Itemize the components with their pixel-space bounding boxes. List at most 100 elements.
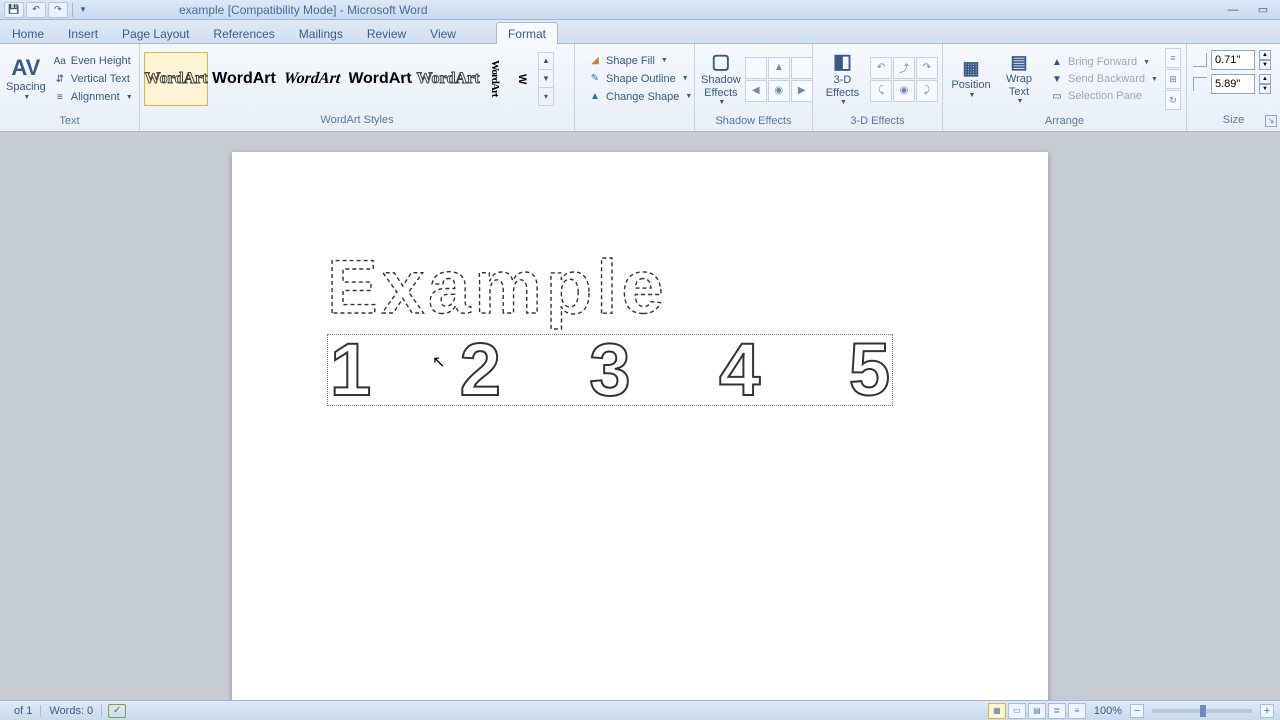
tilt-toggle[interactable]: ◉ <box>893 80 915 102</box>
undo-button[interactable]: ↶ <box>26 2 46 18</box>
height-field-row: ▲▼ <box>1193 50 1271 70</box>
zoom-slider[interactable] <box>1152 709 1252 713</box>
shadow-effects-button[interactable]: ▢ Shadow Effects ▼ <box>699 46 743 112</box>
page[interactable]: Example 1 2 3 4 5 ↖ <box>232 152 1048 700</box>
gallery-up[interactable]: ▲ <box>539 53 553 71</box>
3d-effects-button[interactable]: ◧ 3-D Effects ▼ <box>817 46 868 112</box>
zoom-thumb[interactable] <box>1200 705 1206 717</box>
3d-tilt-grid: ↶ ⤴ ↷ ⤹ ◉ ⤸ <box>870 57 938 102</box>
tilt-up[interactable]: ⤴ <box>893 57 915 79</box>
tab-format[interactable]: Format <box>496 22 558 44</box>
bring-forward-button[interactable]: ▲Bring Forward▼ <box>1047 54 1161 70</box>
wordart-example[interactable]: Example <box>327 247 907 337</box>
shape-fill-button[interactable]: ◢Shape Fill▼ <box>585 53 695 69</box>
wordart-style-3[interactable]: WordArt <box>277 52 347 106</box>
zoom-level[interactable]: 100% <box>1094 705 1122 717</box>
minimize-button[interactable]: — <box>1224 3 1242 17</box>
window-title: example [Compatibility Mode] - Microsoft… <box>179 3 428 17</box>
title-bar: 💾 ↶ ↷ ▾ example [Compatibility Mode] - M… <box>0 0 1280 20</box>
ribbon-tabs: Home Insert Page Layout References Maili… <box>0 20 1280 44</box>
redo-button[interactable]: ↷ <box>48 2 68 18</box>
chevron-down-icon: ▼ <box>840 99 847 106</box>
gallery-more[interactable]: ▾ <box>539 88 553 105</box>
group-label-shadow: Shadow Effects <box>695 114 812 131</box>
view-web[interactable]: ▤ <box>1028 703 1046 719</box>
chevron-down-icon: ▼ <box>969 92 976 99</box>
wordart-style-1[interactable]: WordArt <box>144 52 208 106</box>
gallery-down[interactable]: ▼ <box>539 70 553 88</box>
tab-view[interactable]: View <box>418 22 468 44</box>
nudge-left[interactable]: ◀ <box>745 80 767 102</box>
vertical-text-button[interactable]: ⇵Vertical Text <box>50 71 136 87</box>
wordart-style-7[interactable]: W <box>510 52 534 106</box>
width-input[interactable] <box>1211 74 1255 94</box>
zoom-in[interactable]: + <box>1260 704 1274 718</box>
tab-insert[interactable]: Insert <box>56 22 110 44</box>
height-spinner[interactable]: ▲▼ <box>1259 50 1271 70</box>
position-button[interactable]: ▦ Position ▼ <box>947 46 995 112</box>
spacing-button[interactable]: AV Spacing ▼ <box>4 46 48 112</box>
document-area[interactable]: Example 1 2 3 4 5 ↖ <box>0 132 1280 700</box>
group-size: ▲▼ ▲▼ Size↘ <box>1187 44 1280 131</box>
even-height-button[interactable]: AaEven Height <box>50 53 136 69</box>
send-backward-icon: ▼ <box>1050 72 1064 86</box>
qat-customize[interactable]: ▾ <box>77 2 89 18</box>
spellcheck-icon[interactable]: ✓ <box>108 704 126 718</box>
tilt-right[interactable]: ↷ <box>916 57 938 79</box>
digit-2: 2 <box>460 333 501 407</box>
view-full-screen[interactable]: ▭ <box>1008 703 1026 719</box>
status-page[interactable]: of 1 <box>6 705 41 717</box>
nudge-up[interactable]: ▲ <box>768 57 790 79</box>
wrap-text-button[interactable]: ▤ Wrap Text ▼ <box>997 46 1041 112</box>
selection-pane-button[interactable]: ▭Selection Pane <box>1047 88 1161 104</box>
wordart-style-6[interactable]: WordArt <box>484 52 506 106</box>
tab-mailings[interactable]: Mailings <box>287 22 355 44</box>
wordart-style-2[interactable]: WordArt <box>212 52 276 106</box>
change-shape-button[interactable]: ▲Change Shape▼ <box>585 89 695 105</box>
align-button[interactable]: ≡ <box>1165 48 1181 68</box>
tab-references[interactable]: References <box>201 22 286 44</box>
selection-pane-icon: ▭ <box>1050 89 1064 103</box>
status-bar: of 1 Words: 0 ✓ ▦ ▭ ▤ ≣ ≡ 100% − + <box>0 700 1280 720</box>
qat-separator <box>72 3 73 17</box>
height-input[interactable] <box>1211 50 1255 70</box>
group-label-styles: WordArt Styles <box>140 113 574 131</box>
tilt-down-right[interactable]: ⤸ <box>916 80 938 102</box>
bring-forward-icon: ▲ <box>1050 55 1064 69</box>
restore-button[interactable]: ▭ <box>1254 3 1272 17</box>
quick-access-toolbar: 💾 ↶ ↷ ▾ <box>4 2 89 18</box>
tab-home[interactable]: Home <box>0 22 56 44</box>
chevron-down-icon: ▼ <box>1143 59 1150 66</box>
wrap-icon: ▤ <box>1010 53 1027 71</box>
tab-page-layout[interactable]: Page Layout <box>110 22 201 44</box>
view-print-layout[interactable]: ▦ <box>988 703 1006 719</box>
zoom-out[interactable]: − <box>1130 704 1144 718</box>
view-outline[interactable]: ≣ <box>1048 703 1066 719</box>
width-spinner[interactable]: ▲▼ <box>1259 74 1271 94</box>
wordart-numbers[interactable]: 1 2 3 4 5 <box>327 334 893 406</box>
view-draft[interactable]: ≡ <box>1068 703 1086 719</box>
wordart-style-4[interactable]: WordArt <box>345 54 416 107</box>
rotate-button[interactable]: ↻ <box>1165 90 1181 110</box>
size-launcher[interactable]: ↘ <box>1265 115 1277 127</box>
group-label-3d: 3-D Effects <box>813 114 942 131</box>
send-backward-button[interactable]: ▼Send Backward▼ <box>1047 71 1161 87</box>
alignment-button[interactable]: ≡Alignment▼ <box>50 89 136 105</box>
nudge-right[interactable]: ▶ <box>791 80 813 102</box>
position-icon: ▦ <box>962 59 979 77</box>
status-words[interactable]: Words: 0 <box>41 705 102 717</box>
tab-review[interactable]: Review <box>355 22 418 44</box>
chevron-down-icon: ▼ <box>661 57 668 64</box>
gallery-scroll: ▲ ▼ ▾ <box>538 52 554 106</box>
group-label-shape <box>575 113 694 131</box>
group-shadow-effects: ▢ Shadow Effects ▼ ▲ ◀ ◉ ▶ Shadow Effect… <box>695 44 813 131</box>
vertical-text-icon: ⇵ <box>53 72 67 86</box>
save-button[interactable]: 💾 <box>4 2 24 18</box>
group-button[interactable]: ⊞ <box>1165 69 1181 89</box>
wordart-style-5[interactable]: WordArt <box>416 52 480 106</box>
digit-3: 3 <box>589 333 630 407</box>
tilt-down-left[interactable]: ⤹ <box>870 80 892 102</box>
tilt-left[interactable]: ↶ <box>870 57 892 79</box>
nudge-toggle[interactable]: ◉ <box>768 80 790 102</box>
shape-outline-button[interactable]: ✎Shape Outline▼ <box>585 71 695 87</box>
